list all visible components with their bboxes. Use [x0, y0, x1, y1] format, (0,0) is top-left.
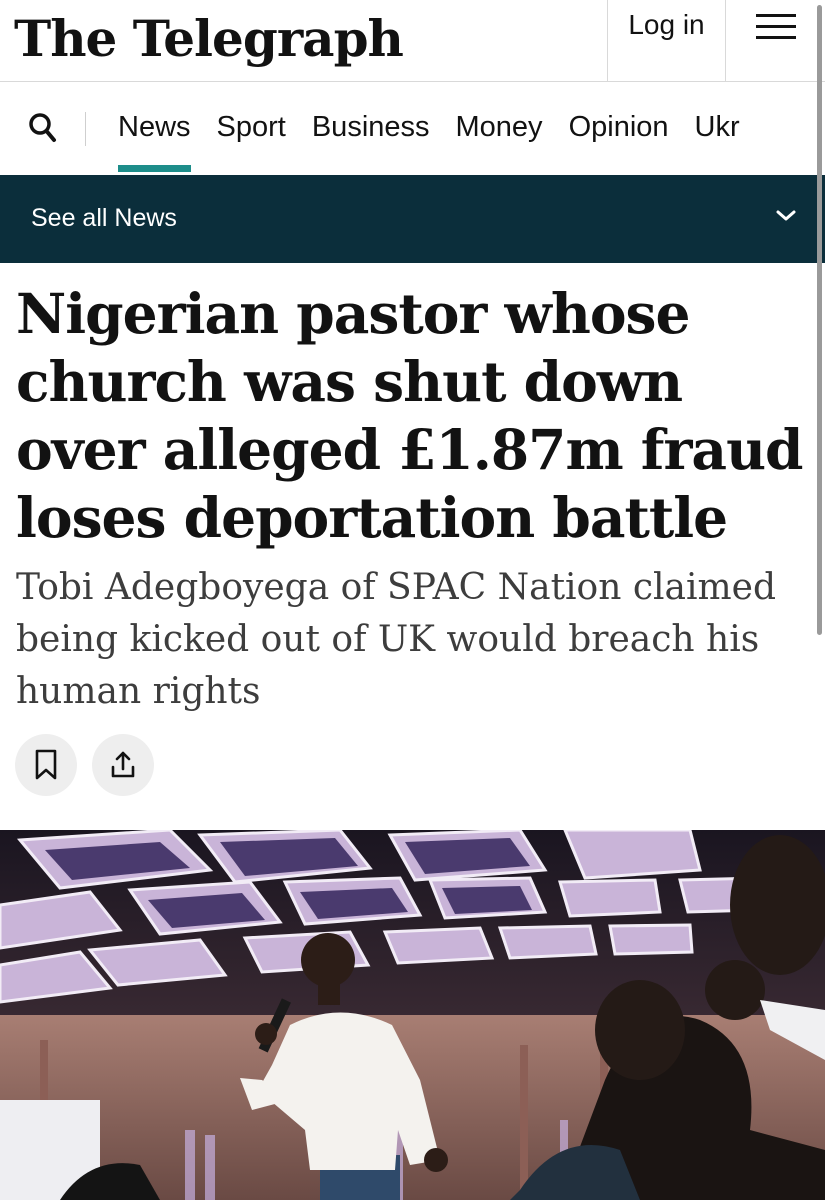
nav-item-opinion[interactable]: Opinion [569, 82, 669, 172]
nav-items: News Sport Business Money Opinion Ukr [118, 82, 766, 175]
bookmark-button[interactable] [15, 734, 77, 796]
article-headline: Nigerian pastor whose church was shut do… [16, 281, 804, 550]
section-nav: News Sport Business Money Opinion Ukr [0, 82, 825, 175]
hero-photo-scene [0, 830, 825, 1200]
hero-image [0, 830, 825, 1200]
scroll-indicator[interactable] [817, 5, 822, 635]
nav-item-news[interactable]: News [118, 82, 191, 172]
article-standfirst: Tobi Adegboyega of SPAC Nation claimed b… [16, 567, 776, 712]
see-all-news-dropdown[interactable]: See all News [0, 175, 825, 263]
masthead: The Telegraph Log in [0, 0, 825, 82]
login-button[interactable]: Log in [607, 0, 725, 81]
share-button[interactable] [92, 734, 154, 796]
nav-divider [85, 112, 86, 146]
nav-item-money[interactable]: Money [456, 82, 543, 172]
nav-item-business[interactable]: Business [312, 82, 430, 172]
chevron-down-icon [776, 210, 796, 221]
nav-item-sport[interactable]: Sport [217, 82, 286, 172]
share-icon [111, 751, 135, 778]
telegraph-logo[interactable]: The Telegraph [14, 4, 404, 74]
hamburger-menu-button[interactable] [725, 0, 825, 81]
see-all-news-label: See all News [31, 204, 177, 232]
nav-item-ukraine[interactable]: Ukr [695, 82, 740, 172]
bookmark-icon [35, 749, 57, 780]
nav-fade-overlay [735, 82, 825, 175]
search-icon[interactable] [28, 112, 58, 144]
